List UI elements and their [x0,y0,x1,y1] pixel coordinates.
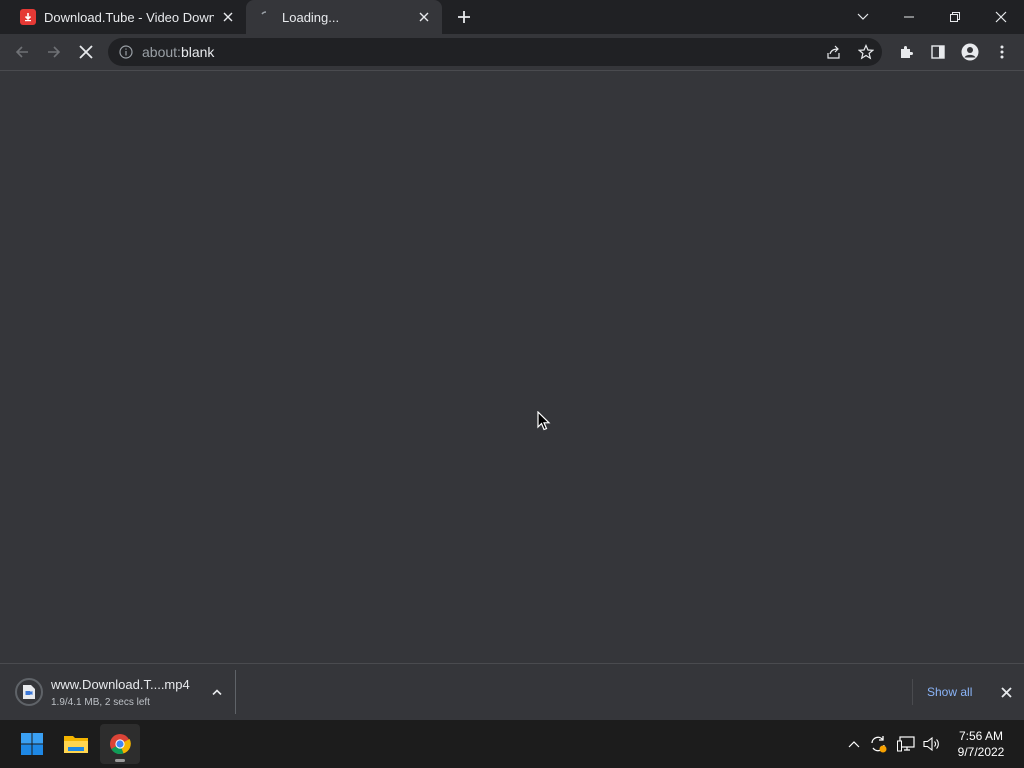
network-icon [897,736,915,752]
stop-loading-button[interactable] [72,38,100,66]
mouse-cursor-icon [537,411,551,431]
windows-taskbar: 7:56 AM 9/7/2022 [0,720,1024,768]
start-button[interactable] [12,724,52,764]
network-tray-icon[interactable] [894,732,918,756]
download-shelf: www.Download.T....mp4 1.9/4.1 MB, 2 secs… [0,663,1024,720]
menu-icon [1000,45,1004,59]
download-status: 1.9/4.1 MB, 2 secs left [51,696,150,708]
side-panel-icon [931,45,945,59]
clock-time: 7:56 AM [958,729,1004,743]
download-tube-favicon [20,9,36,25]
windows-start-icon [21,733,43,755]
close-window-button[interactable] [978,0,1024,34]
tab-title: Download.Tube - Video Downloa [44,9,214,25]
bookmark-button[interactable] [852,38,880,66]
close-icon [995,11,1007,23]
new-tab-button[interactable] [454,7,474,27]
system-clock[interactable]: 7:56 AM 9/7/2022 [946,728,1016,760]
share-button[interactable] [820,38,848,66]
sync-tray-icon[interactable] [866,732,890,756]
download-item[interactable]: www.Download.T....mp4 1.9/4.1 MB, 2 secs… [8,670,236,714]
extensions-icon [901,46,913,58]
forward-button[interactable] [40,38,68,66]
video-file-icon [23,685,35,699]
back-button[interactable] [8,38,36,66]
sync-icon [871,736,887,753]
minimize-button[interactable] [886,0,932,34]
share-icon [827,45,840,59]
show-hidden-icons-button[interactable] [842,732,866,756]
file-explorer-button[interactable] [56,724,96,764]
tab-search-icon [857,13,869,20]
download-progress-ring [15,678,43,706]
site-info-icon[interactable] [112,38,140,66]
tab-title: Loading... [282,9,340,25]
plus-icon [458,11,470,23]
profile-button[interactable] [956,38,984,66]
side-panel-button[interactable] [924,38,952,66]
download-filename: www.Download.T....mp4 [51,676,190,692]
loading-spinner-icon [258,9,274,25]
minimize-icon [904,16,914,18]
chrome-taskbar-button[interactable] [100,724,140,764]
url-scheme: about: [142,44,181,60]
tab-download-tube[interactable]: Download.Tube - Video Downloa [8,0,246,34]
clock-date: 9/7/2022 [957,745,1005,759]
chevron-up-icon [848,741,860,748]
tab-search-button[interactable] [840,0,886,34]
url-text: about:blank [142,44,214,60]
bookmark-star-icon [858,44,874,60]
menu-button[interactable] [988,38,1016,66]
active-app-indicator [115,759,125,762]
restore-button[interactable] [932,0,978,34]
back-icon [15,46,28,58]
tab-close-icon[interactable] [220,9,236,25]
chevron-up-icon [212,689,222,695]
close-icon [1000,686,1012,698]
download-options-button[interactable] [207,682,227,702]
show-all-downloads-link[interactable]: Show all [912,679,986,705]
file-explorer-icon [64,736,88,753]
forward-icon [48,46,61,58]
profile-icon [961,43,979,61]
stop-loading-icon [79,45,93,59]
volume-icon [923,736,939,752]
page-content[interactable] [0,71,1024,663]
browser-toolbar: about:blank [0,34,1024,71]
address-bar[interactable]: about:blank [108,38,882,66]
tab-strip: Download.Tube - Video Downloa Loading... [0,0,1024,34]
close-download-shelf-button[interactable] [996,682,1016,702]
tab-close-icon[interactable] [416,9,432,25]
extensions-button[interactable] [892,38,920,66]
volume-tray-icon[interactable] [920,732,944,756]
tab-loading[interactable]: Loading... [246,0,442,34]
url-host: blank [180,44,215,60]
chrome-icon [110,734,131,755]
restore-icon [950,12,960,22]
